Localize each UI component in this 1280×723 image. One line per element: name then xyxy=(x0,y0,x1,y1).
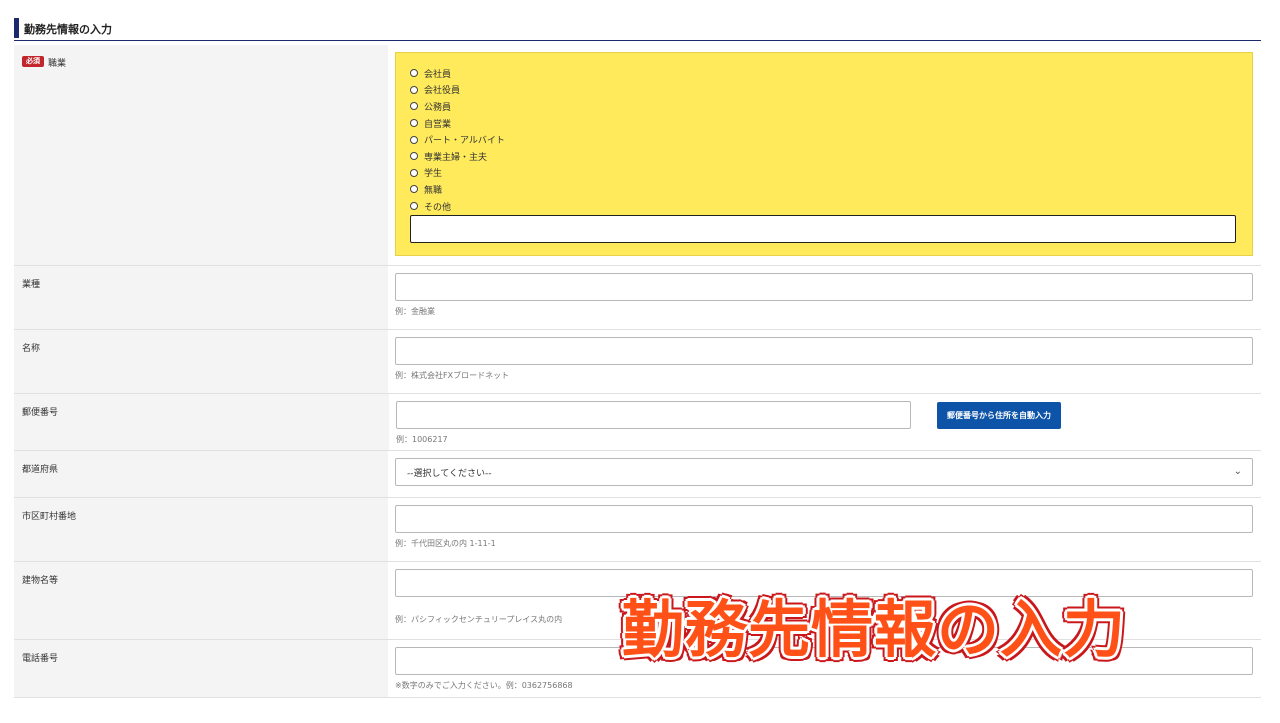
prefecture-label: 都道府県 xyxy=(22,465,59,475)
radio-label: 会社役員 xyxy=(424,86,461,97)
label-cell-address: 市区町村番地 xyxy=(14,498,388,561)
radio-option-student[interactable]: 学生 xyxy=(410,165,1238,182)
row-postal-code: 郵便番号 郵便番号から住所を自動入力 例：1006217 xyxy=(14,394,1261,451)
building-label: 建物名等 xyxy=(22,576,59,586)
phone-hint: ※数字のみでご入力ください。例：0362756868 xyxy=(395,681,573,690)
radio-button[interactable] xyxy=(410,168,418,177)
label-cell-phone: 電話番号 xyxy=(14,640,388,697)
radio-button[interactable] xyxy=(410,119,418,128)
value-cell-prefecture: --選択してください-- ⌄ xyxy=(388,451,1261,497)
radio-option-employee[interactable]: 会社員 xyxy=(410,65,1238,82)
phone-label: 電話番号 xyxy=(22,654,59,664)
radio-label: 専業主婦・主夫 xyxy=(424,152,488,163)
section-header: 勤務先情報の入力 xyxy=(14,16,1261,41)
address-input[interactable] xyxy=(395,505,1253,533)
radio-label: 学生 xyxy=(424,169,443,180)
occupation-radio-group: 会社員 会社役員 公務員 自営業 パート・アルバイト 専業主婦・主夫 学生 無職… xyxy=(395,52,1253,257)
company-name-label: 名称 xyxy=(22,344,41,354)
company-name-hint: 例：株式会社FXブロードネット xyxy=(395,371,510,380)
radio-button[interactable] xyxy=(410,69,418,78)
industry-hint: 例：金融業 xyxy=(395,307,435,316)
prefecture-select[interactable]: --選択してください-- ⌄ xyxy=(395,458,1253,486)
occupation-other-input[interactable] xyxy=(410,215,1236,244)
radio-option-homemaker[interactable]: 専業主婦・主夫 xyxy=(410,148,1238,165)
radio-button[interactable] xyxy=(410,152,418,161)
radio-option-self-employed[interactable]: 自営業 xyxy=(410,115,1238,132)
value-cell-company-name: 例：株式会社FXブロードネット xyxy=(388,330,1261,393)
address-hint: 例：千代田区丸の内 1-11-1 xyxy=(395,539,496,548)
row-industry: 業種 例：金融業 xyxy=(14,266,1261,330)
postal-code-input[interactable] xyxy=(396,401,911,429)
radio-option-other[interactable]: その他 xyxy=(410,198,1238,215)
section-title: 勤務先情報の入力 xyxy=(24,23,112,36)
radio-option-civil-servant[interactable]: 公務員 xyxy=(410,98,1238,115)
industry-input[interactable] xyxy=(395,273,1253,301)
radio-label: 会社員 xyxy=(424,69,452,80)
radio-button[interactable] xyxy=(410,202,418,211)
row-company-name: 名称 例：株式会社FXブロードネット xyxy=(14,330,1261,394)
auto-fill-address-button[interactable]: 郵便番号から住所を自動入力 xyxy=(937,402,1061,429)
radio-option-executive[interactable]: 会社役員 xyxy=(410,82,1238,99)
required-badge: 必須 xyxy=(22,56,44,67)
postal-code-label: 郵便番号 xyxy=(22,408,59,418)
radio-button[interactable] xyxy=(410,185,418,194)
radio-label: 公務員 xyxy=(424,102,452,113)
label-cell-prefecture: 都道府県 xyxy=(14,451,388,497)
radio-button[interactable] xyxy=(410,135,418,144)
chevron-down-icon: ⌄ xyxy=(1233,466,1242,477)
address-label: 市区町村番地 xyxy=(22,512,77,522)
radio-button[interactable] xyxy=(410,85,418,94)
industry-label: 業種 xyxy=(22,280,41,290)
label-cell-occupation: 必須 職業 xyxy=(14,45,388,265)
radio-label: その他 xyxy=(424,202,452,213)
label-cell-postal-code: 郵便番号 xyxy=(14,394,389,450)
prefecture-selected-value: --選択してください-- xyxy=(407,468,492,479)
section-header-bar xyxy=(14,18,19,38)
value-cell-occupation: 会社員 会社役員 公務員 自営業 パート・アルバイト 専業主婦・主夫 学生 無職… xyxy=(388,45,1261,265)
row-address: 市区町村番地 例：千代田区丸の内 1-11-1 xyxy=(14,498,1261,562)
overlay-caption: 勤務先情報の入力 xyxy=(622,593,1127,666)
label-cell-industry: 業種 xyxy=(14,266,388,329)
label-cell-company-name: 名称 xyxy=(14,330,388,393)
radio-label: パート・アルバイト xyxy=(424,136,505,147)
value-cell-industry: 例：金融業 xyxy=(388,266,1261,329)
row-occupation: 必須 職業 会社員 会社役員 公務員 自営業 パート・アルバイト 専業主婦・主夫… xyxy=(14,45,1261,266)
label-cell-building: 建物名等 xyxy=(14,562,388,639)
radio-button[interactable] xyxy=(410,102,418,111)
radio-label: 無職 xyxy=(424,185,443,196)
postal-code-hint: 例：1006217 xyxy=(396,435,448,444)
company-name-input[interactable] xyxy=(395,337,1253,365)
radio-label: 自営業 xyxy=(424,119,452,130)
value-cell-address: 例：千代田区丸の内 1-11-1 xyxy=(388,498,1261,561)
occupation-label: 職業 xyxy=(48,59,67,69)
value-cell-postal-code: 郵便番号から住所を自動入力 例：1006217 xyxy=(389,394,1261,450)
radio-option-unemployed[interactable]: 無職 xyxy=(410,181,1238,198)
row-prefecture: 都道府県 --選択してください-- ⌄ xyxy=(14,451,1261,498)
radio-option-part-time[interactable]: パート・アルバイト xyxy=(410,131,1238,148)
